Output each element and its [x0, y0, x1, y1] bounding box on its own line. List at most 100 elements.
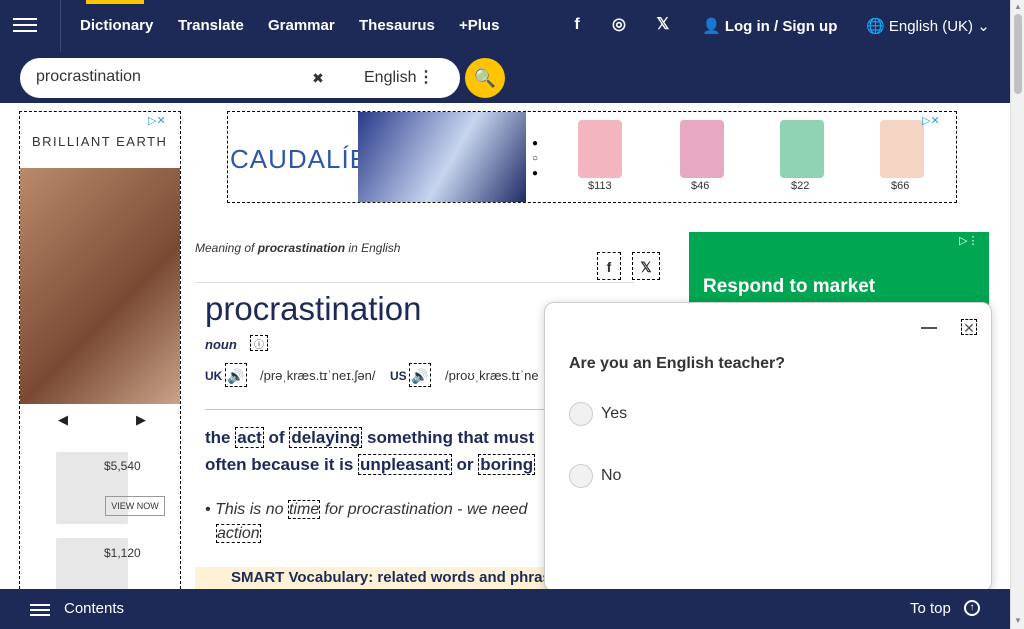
to-top-button[interactable]: To top [910, 600, 951, 617]
dictionary-label: English [364, 69, 417, 86]
us-pronunciation: /proʊˌkræs.tɪˈne [445, 368, 539, 383]
ad-text: Respond to market [703, 276, 876, 297]
adchoices-icon[interactable]: ▷⋮ [959, 234, 978, 247]
facebook-icon[interactable]: f [559, 14, 595, 36]
meaning-prefix: Meaning of [195, 241, 255, 255]
divider [205, 409, 565, 410]
meaning-word: procrastination [257, 241, 346, 255]
prev-arrow-icon[interactable]: ◀ [58, 412, 68, 428]
example-link[interactable]: action [216, 524, 261, 543]
def-link[interactable]: act [235, 427, 264, 448]
ad-brand: CAUDALÍE [230, 144, 369, 174]
example-sentence: • This is no time for procrastination - … [205, 500, 528, 519]
teacher-survey-popup: ✕ Are you an English teacher? Yes No [544, 302, 992, 592]
contents-menu-icon[interactable] [30, 601, 50, 617]
example-link[interactable]: time [287, 500, 321, 519]
product-image [880, 120, 924, 178]
contents-button[interactable]: Contents [64, 600, 124, 617]
uk-audio-icon[interactable]: 🔊 [225, 363, 247, 387]
example-text: This is no [215, 501, 288, 518]
def-text: or [451, 455, 479, 474]
globe-icon: 🌐 [866, 18, 885, 35]
ad-image [20, 168, 180, 404]
us-label: US [390, 369, 407, 383]
part-of-speech: noun [205, 337, 237, 352]
arrow-up-icon[interactable]: ↑ [964, 600, 980, 616]
grammar-info-icon[interactable]: ⓘ [250, 335, 268, 351]
yes-radio[interactable] [569, 402, 593, 426]
user-icon: 👤 [702, 18, 721, 35]
login-link[interactable]: Log in [725, 18, 770, 35]
def-link[interactable]: boring [478, 454, 536, 475]
minimize-icon[interactable] [921, 321, 937, 329]
close-icon[interactable]: ✕ [961, 319, 977, 336]
top-advertisement[interactable]: CAUDALÍE ● ○ ● $113 $46 $22 $66 ▷✕ [227, 111, 957, 203]
smart-vocabulary[interactable]: SMART Vocabulary: related words and phra… [195, 567, 595, 589]
carousel-dot[interactable]: ● [532, 168, 538, 179]
meaning-suffix: in English [348, 241, 401, 255]
example-text: for procrastination - we need [320, 501, 528, 518]
bottom-bar: Contents To top ↑ [0, 589, 1010, 629]
no-label[interactable]: No [601, 467, 621, 485]
nav-thesaurus[interactable]: Thesaurus [359, 17, 435, 34]
search-box: ✖ English ⋮ [20, 58, 460, 98]
bullet: • [205, 501, 211, 518]
adchoices-icon[interactable]: ▷✕ [148, 114, 166, 127]
login-area: 👤 Log in / Sign up [702, 17, 837, 35]
view-now-button[interactable]: VIEW NOW [105, 496, 165, 516]
slash: / [774, 18, 779, 35]
survey-question: Are you an English teacher? [569, 355, 786, 372]
signup-link[interactable]: Sign up [782, 18, 837, 35]
def-text: something that must [362, 428, 535, 447]
def-link[interactable]: unpleasant [358, 454, 452, 475]
instagram-icon[interactable]: ◎ [601, 14, 637, 36]
def-text: the [205, 428, 236, 447]
language-selector[interactable]: 🌐 English (UK) ⌄ [866, 17, 990, 35]
product-price: $66 [891, 180, 910, 192]
definition-line: often because it is unpleasant or boring [205, 454, 536, 475]
next-arrow-icon[interactable]: ▶ [136, 412, 146, 428]
def-link[interactable]: delaying [289, 427, 363, 448]
ad-image [358, 112, 526, 202]
language-label: English (UK) [888, 18, 974, 35]
uk-label: UK [205, 369, 223, 383]
carousel-dot[interactable]: ● [532, 138, 538, 149]
smart-vocabulary-label: SMART Vocabulary: related words and phra… [231, 569, 568, 586]
adchoices-icon[interactable]: ▷✕ [922, 114, 940, 127]
menu-icon[interactable] [13, 14, 37, 34]
product-price: $1,120 [104, 546, 141, 560]
headword: procrastination [205, 290, 422, 327]
product-image [578, 120, 622, 178]
meaning-caption: Meaning of procrastination in English [195, 241, 400, 255]
x-icon[interactable]: 𝕏 [645, 14, 681, 36]
product-image [780, 120, 824, 178]
definition-line: the act of delaying something that must [205, 427, 535, 448]
nav-plus[interactable]: +Plus [459, 17, 499, 34]
no-radio[interactable] [569, 464, 593, 488]
share-facebook-icon[interactable]: f [597, 252, 621, 280]
clear-icon[interactable]: ✖ [306, 64, 330, 92]
product-image [680, 120, 724, 178]
search-input[interactable] [36, 68, 306, 86]
right-advertisement[interactable]: ▷⋮ Respond to market [689, 232, 989, 312]
product-price: $46 [691, 180, 710, 192]
def-text: of [263, 428, 290, 447]
yes-label[interactable]: Yes [601, 405, 627, 423]
search-button[interactable]: 🔍 [465, 58, 505, 98]
uk-pronunciation: /prəˌkræs.tɪˈneɪ.ʃən/ [260, 368, 376, 383]
carousel-dot[interactable]: ○ [532, 153, 538, 164]
left-advertisement[interactable]: ▷✕ BRILLIANT EARTH ◀ ▶ $5,540 VIEW NOW $… [19, 111, 181, 629]
share-x-icon[interactable]: 𝕏 [632, 252, 660, 280]
scroll-up-icon[interactable]: ▲ [1014, 2, 1022, 11]
scrollbar-thumb[interactable] [1014, 14, 1022, 94]
example-sentence-cont: action [216, 524, 261, 543]
divider [60, 0, 61, 52]
more-icon: ⋮ [418, 69, 434, 86]
nav-dictionary[interactable]: Dictionary [80, 0, 153, 34]
nav-translate[interactable]: Translate [178, 17, 244, 34]
us-audio-icon[interactable]: 🔊 [409, 363, 431, 387]
scroll-down-icon[interactable]: ▼ [1014, 616, 1022, 625]
nav-grammar[interactable]: Grammar [268, 17, 335, 34]
scrollbar[interactable]: ▲ ▼ [1010, 0, 1024, 629]
dictionary-select[interactable]: English ⋮ [334, 64, 450, 92]
